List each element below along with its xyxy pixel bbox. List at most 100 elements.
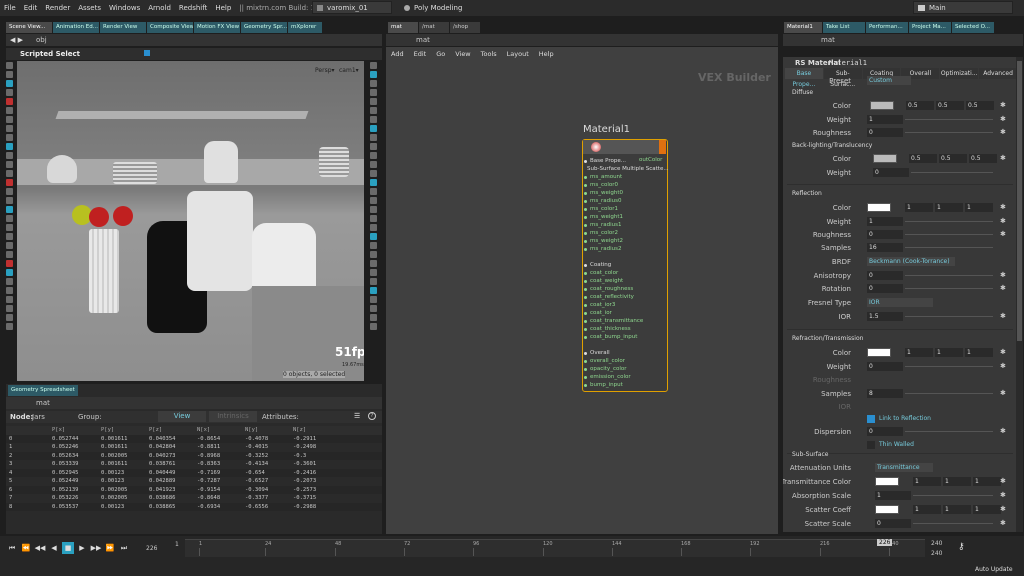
select-icon[interactable] bbox=[144, 50, 150, 56]
r-samples[interactable]: 16 bbox=[867, 243, 903, 252]
sheet-path[interactable]: mat bbox=[36, 399, 50, 407]
t-samples-slider[interactable] bbox=[905, 393, 993, 394]
atten-menu[interactable]: Transmittance bbox=[875, 463, 933, 472]
display-icon[interactable] bbox=[370, 170, 377, 177]
key-icon[interactable]: ✱ bbox=[1000, 312, 1006, 320]
rough-slider[interactable] bbox=[905, 132, 993, 133]
aniso-slider[interactable] bbox=[905, 275, 993, 276]
persp-menu[interactable]: Persp▾ bbox=[315, 67, 335, 74]
table-row[interactable]: 8 0.053537 0.00123 0.038865 -0.6934 -0.6556 -0… bbox=[6, 502, 382, 511]
diffuse-weight[interactable]: 1 bbox=[867, 115, 903, 124]
end-frame[interactable]: 240 bbox=[931, 540, 942, 547]
menu-item-redshift[interactable]: Redshift bbox=[175, 4, 211, 12]
port-ms-color1[interactable]: ms_color1 bbox=[584, 205, 665, 213]
diffuse-rough[interactable]: 0 bbox=[867, 128, 903, 137]
menu-item-file[interactable]: File bbox=[0, 4, 20, 12]
node-name[interactable]: Jars bbox=[32, 413, 45, 421]
current-frame[interactable]: 226 bbox=[146, 545, 157, 552]
play-button[interactable]: ⏮ bbox=[6, 542, 18, 554]
tool-icon[interactable] bbox=[6, 242, 13, 249]
r-rough[interactable]: 0 bbox=[867, 230, 903, 239]
start-frame[interactable]: 1 bbox=[175, 541, 179, 548]
auto-update[interactable]: Auto Update bbox=[975, 566, 1013, 573]
tab-net-1[interactable]: /mat bbox=[419, 22, 449, 33]
display-icon[interactable] bbox=[370, 107, 377, 114]
table-row[interactable]: 3 0.053339 0.001611 0.038761 -0.8363 -0.4134 -… bbox=[6, 460, 382, 469]
menu-icon[interactable]: ☰ bbox=[354, 412, 360, 420]
r-color-field[interactable]: 1 bbox=[935, 203, 963, 212]
key-icon[interactable]: ✱ bbox=[1000, 389, 1006, 397]
menu-item-arnold[interactable]: Arnold bbox=[144, 4, 175, 12]
key-icon[interactable]: ✱ bbox=[1000, 154, 1006, 162]
obj-path[interactable]: obj bbox=[36, 36, 47, 44]
tool-icon[interactable] bbox=[6, 134, 13, 141]
tool-icon[interactable] bbox=[6, 62, 13, 69]
main-desk-selector[interactable]: Main bbox=[913, 1, 1013, 14]
back-icon[interactable]: ◀ ▶ bbox=[10, 36, 23, 44]
play-button[interactable]: ▶▶ bbox=[90, 542, 102, 554]
display-icon[interactable] bbox=[370, 179, 377, 186]
port-emission-color[interactable]: emission_color bbox=[584, 373, 665, 381]
key-icon[interactable]: ✱ bbox=[1000, 477, 1006, 485]
table-row[interactable]: 0 0.052744 0.001611 0.040354 -0.8654 -0.4078 -… bbox=[6, 434, 382, 443]
node-name-field[interactable]: Material1 bbox=[829, 59, 867, 67]
display-icon[interactable] bbox=[370, 89, 377, 96]
display-icon[interactable] bbox=[370, 62, 377, 69]
tool-icon[interactable] bbox=[6, 125, 13, 132]
port-coat-ior[interactable]: coat_ior bbox=[584, 309, 665, 317]
tab-net-0[interactable]: mat bbox=[388, 22, 418, 33]
display-icon[interactable] bbox=[370, 116, 377, 123]
tool-icon[interactable] bbox=[6, 224, 13, 231]
table-row[interactable]: 6 0.052139 0.002005 0.041923 -0.9154 -0.3094 -… bbox=[6, 485, 382, 494]
tc-field[interactable]: 1 bbox=[943, 477, 971, 486]
tab-prop-2[interactable]: Performan... bbox=[866, 22, 908, 33]
ss-field[interactable]: 0 bbox=[875, 519, 911, 528]
tab-left-4[interactable]: Motion FX View bbox=[194, 22, 240, 33]
column-header[interactable]: P[z] bbox=[149, 427, 197, 433]
tool-icon[interactable] bbox=[6, 215, 13, 222]
play-button[interactable]: ⏭ bbox=[118, 542, 130, 554]
param-path[interactable]: mat bbox=[821, 36, 835, 44]
tab-left-6[interactable]: mXplorer bbox=[288, 22, 322, 33]
play-button[interactable]: ⏩ bbox=[104, 542, 116, 554]
tool-icon[interactable] bbox=[6, 161, 13, 168]
desktop-selector[interactable]: varomix_01 bbox=[312, 1, 392, 14]
menu-item-help[interactable]: Help bbox=[211, 4, 235, 12]
display-icon[interactable] bbox=[370, 197, 377, 204]
port-overall[interactable]: Overall bbox=[584, 349, 665, 357]
vec-field[interactable]: 0.5 bbox=[906, 101, 934, 110]
key-icon[interactable]: ✱ bbox=[1000, 427, 1006, 435]
tool-icon[interactable] bbox=[6, 188, 13, 195]
port-coat-thickness[interactable]: coat_thickness bbox=[584, 325, 665, 333]
net-menu-go[interactable]: Go bbox=[431, 50, 450, 58]
key-icon[interactable]: ✱ bbox=[1000, 217, 1006, 225]
port-ms-amount[interactable]: ms_amount bbox=[584, 173, 665, 181]
column-header[interactable]: N[y] bbox=[245, 427, 293, 433]
sc-field[interactable]: 1 bbox=[913, 505, 941, 514]
diffuse-swatch[interactable] bbox=[870, 101, 894, 110]
tool-icon[interactable] bbox=[6, 305, 13, 312]
play-button[interactable]: ⏪ bbox=[20, 542, 32, 554]
port-coat-bump-input[interactable]: coat_bump_input bbox=[584, 333, 665, 341]
display-icon[interactable] bbox=[370, 134, 377, 141]
key-icon[interactable]: ✱ bbox=[1000, 348, 1006, 356]
bl-color-field[interactable]: 0.5 bbox=[939, 154, 967, 163]
tab-left-3[interactable]: Composite View bbox=[147, 22, 193, 33]
tool-icon[interactable] bbox=[6, 152, 13, 159]
port-ms-radius2[interactable]: ms_radius2 bbox=[584, 245, 665, 253]
network-path[interactable]: mat bbox=[416, 36, 430, 44]
port-coat-ior3[interactable]: coat_ior3 bbox=[584, 301, 665, 309]
tool-icon[interactable] bbox=[6, 314, 13, 321]
sc-swatch[interactable] bbox=[875, 505, 899, 514]
display-icon[interactable] bbox=[370, 98, 377, 105]
key-icon[interactable]: ⚷ bbox=[958, 542, 965, 552]
disp-field[interactable]: 0 bbox=[867, 427, 903, 436]
net-menu-help[interactable]: Help bbox=[534, 50, 559, 58]
port-sub-surface-multiple-scatte-[interactable]: Sub-Surface Multiple Scatte... bbox=[585, 165, 669, 173]
t-samples[interactable]: 8 bbox=[867, 389, 903, 398]
tab-left-2[interactable]: Render View bbox=[100, 22, 146, 33]
key-icon[interactable]: ✱ bbox=[1000, 203, 1006, 211]
t-weight[interactable]: 0 bbox=[867, 362, 903, 371]
cursor-frame[interactable]: 226 bbox=[877, 539, 893, 546]
key-icon[interactable]: ✱ bbox=[1000, 505, 1006, 513]
